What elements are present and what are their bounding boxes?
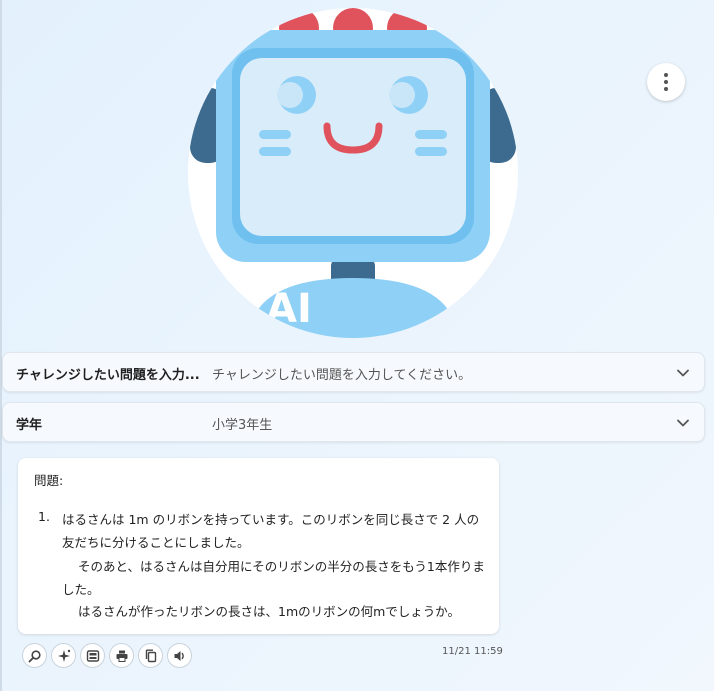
- speaker-icon[interactable]: [167, 643, 192, 668]
- print-icon[interactable]: [109, 643, 134, 668]
- page-left-border: [0, 0, 2, 691]
- message-timestamp: 11/21 11:59: [442, 646, 503, 657]
- image-layout-icon[interactable]: [80, 643, 105, 668]
- message-line: そのあと、はるさんは自分用にそのリボンの半分の長さをもう1本作りま: [78, 559, 485, 574]
- list-item-number: 1.: [38, 509, 50, 524]
- message-line: はるさんは 1m のリボンを持っています。このリボンを同じ長さで 2 人の: [62, 512, 480, 527]
- grade-select[interactable]: 学年 小学3年生: [2, 402, 705, 442]
- chevron-down-icon[interactable]: [676, 416, 690, 430]
- copy-icon[interactable]: [138, 643, 163, 668]
- grade-label: 学年: [16, 418, 43, 433]
- zoom-icon[interactable]: [22, 643, 47, 668]
- problem-input-select[interactable]: チャレンジしたい問題を入力... チャレンジしたい問題を入力してください。: [2, 352, 705, 392]
- message-heading: 問題:: [34, 473, 64, 488]
- message-card: 問題: 1. はるさんは 1m のリボンを持っています。このリボンを同じ長さで …: [18, 458, 499, 634]
- chevron-down-icon[interactable]: [676, 366, 690, 380]
- message-line: した。: [62, 582, 100, 597]
- message-line: 友だちに分けることにしました。: [62, 535, 250, 550]
- ai-badge-text: AI: [266, 286, 312, 332]
- robot-avatar: AI: [188, 8, 518, 338]
- more-vert-icon[interactable]: [647, 63, 685, 101]
- message-line: はるさんが作ったリボンの長さは、1mのリボンの何mでしょうか。: [78, 604, 461, 619]
- sparkle-icon[interactable]: [51, 643, 76, 668]
- problem-input-label: チャレンジしたい問題を入力...: [16, 368, 200, 383]
- problem-input-placeholder: チャレンジしたい問題を入力してください。: [212, 368, 472, 383]
- message-action-bar: [22, 643, 196, 668]
- grade-value: 小学3年生: [212, 418, 273, 433]
